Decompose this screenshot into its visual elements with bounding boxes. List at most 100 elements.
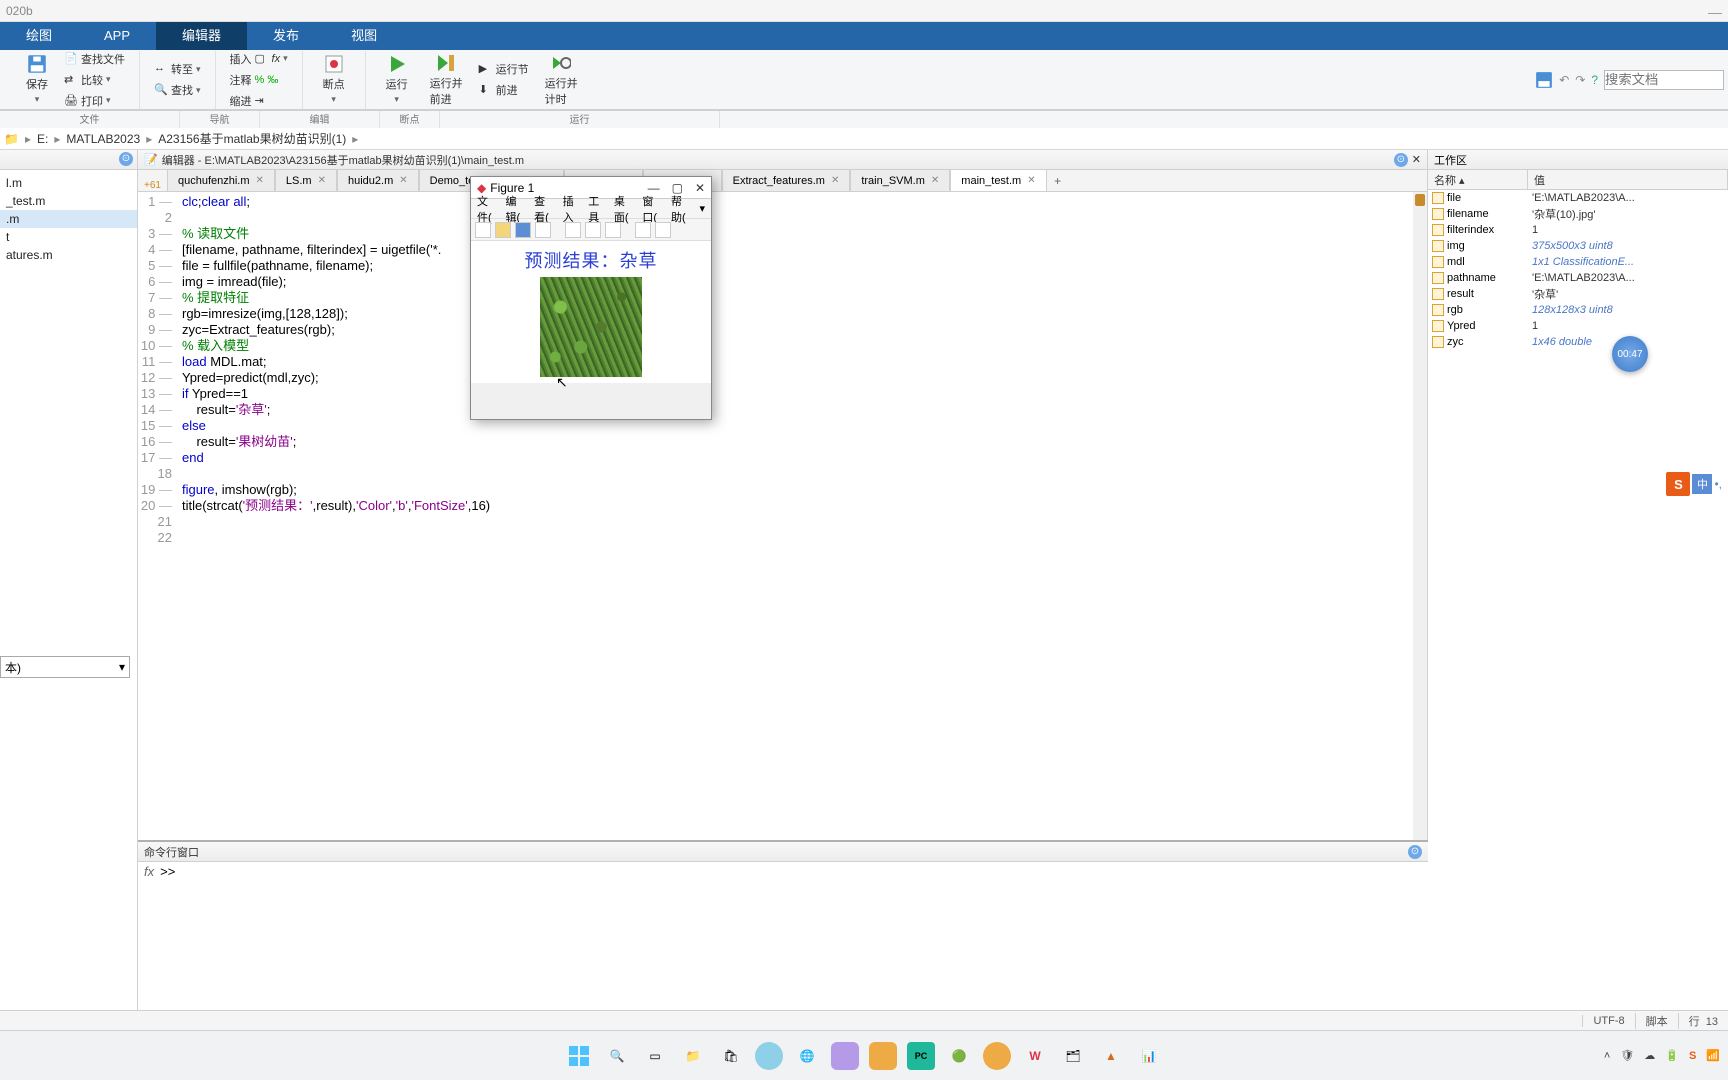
menu-insert[interactable]: 插入 — [559, 193, 585, 225]
workspace-header[interactable]: 工作区 — [1428, 150, 1728, 170]
close-icon[interactable]: ✕ — [1027, 175, 1035, 186]
folder-pane-header[interactable]: ⊙ — [0, 150, 137, 170]
close-icon[interactable]: ✕ — [318, 175, 326, 186]
quick-save-icon[interactable] — [1535, 71, 1553, 89]
tab-editor[interactable]: 编辑器 — [156, 22, 247, 50]
menu-desktop[interactable]: 桌面( — [610, 193, 639, 225]
file-tab[interactable]: train_SVM.m✕ — [850, 170, 950, 191]
advance-button[interactable]: ⬇前进 — [475, 80, 533, 100]
run-button[interactable]: 运行▾ — [376, 52, 418, 107]
run-section-button[interactable]: ▶运行节 — [475, 59, 533, 79]
details-dropdown[interactable]: 本) ▾ — [0, 656, 130, 678]
figure-window[interactable]: ◆ Figure 1 — ▢ ✕ 文件( 编辑( 查看( 插入 工具 桌面( 窗… — [470, 176, 712, 420]
ime-indicator[interactable]: S 中 •, — [1666, 472, 1722, 496]
close-icon[interactable]: ✕ — [931, 175, 939, 186]
tab-app[interactable]: APP — [78, 22, 156, 50]
pycharm-icon[interactable]: PC — [907, 1042, 935, 1070]
command-window-body[interactable]: fx >> — [138, 862, 1428, 1030]
file-tab[interactable]: huidu2.m✕ — [337, 170, 419, 191]
find-files-button[interactable]: 📄查找文件 — [60, 49, 129, 69]
list-item[interactable]: l.m — [0, 174, 137, 192]
workspace-row[interactable]: result'杂草' — [1428, 286, 1728, 302]
colorbar-icon[interactable] — [605, 222, 621, 238]
code-content[interactable]: clc;clear all; % 读取文件[filename, pathname… — [178, 192, 494, 840]
menu-edit[interactable]: 编辑( — [502, 193, 531, 225]
workspace-row[interactable]: filename'杂草(10).jpg' — [1428, 206, 1728, 222]
task-view-button[interactable]: ▭ — [641, 1042, 669, 1070]
command-window-header[interactable]: 命令行窗口⊙ — [138, 842, 1428, 862]
app-icon[interactable] — [755, 1042, 783, 1070]
code-editor[interactable]: 1 —23 —4 —5 —6 —7 —8 —9 —10 —11 —12 —13 … — [138, 192, 1427, 840]
file-tab[interactable]: LS.m✕ — [275, 170, 337, 191]
menu-more-icon[interactable]: ▾ — [696, 202, 710, 215]
add-tab-button[interactable]: + — [1047, 171, 1069, 191]
collapse-icon[interactable]: ⊙ — [1408, 845, 1422, 859]
app-icon[interactable] — [983, 1042, 1011, 1070]
file-tab[interactable]: Extract_features.m✕ — [722, 170, 851, 191]
legend-icon[interactable] — [655, 222, 671, 238]
col-value[interactable]: 值 — [1528, 170, 1728, 189]
tab-view[interactable]: 视图 — [325, 22, 403, 50]
breakpoint-button[interactable]: 断点▾ — [313, 52, 355, 107]
indent-button[interactable]: 缩进 ⇥ — [226, 91, 292, 111]
editor-dropdown-icon[interactable]: ⊙ — [1394, 153, 1408, 167]
file-tab-active[interactable]: main_test.m✕ — [950, 170, 1046, 191]
file-tab[interactable]: quchufenzhi.m✕ — [167, 170, 275, 191]
list-item[interactable]: .m — [0, 210, 137, 228]
workspace-row[interactable]: zyc1x46 double — [1428, 334, 1728, 350]
chrome-icon[interactable]: 🟢 — [945, 1042, 973, 1070]
collapse-icon[interactable]: ⊙ — [119, 152, 133, 166]
pointer-icon[interactable] — [635, 222, 651, 238]
tray-icon[interactable]: 🔋 — [1665, 1049, 1679, 1062]
col-name[interactable]: 名称 ▴ — [1428, 170, 1528, 189]
open-icon[interactable] — [495, 222, 511, 238]
edge-icon[interactable]: 🌐 — [793, 1042, 821, 1070]
tray-icon[interactable]: ☁ — [1644, 1049, 1655, 1062]
start-button[interactable] — [565, 1042, 593, 1070]
tray-icon[interactable]: 📶 — [1706, 1049, 1720, 1062]
address-bar[interactable]: 📁 ▸ E: ▸ MATLAB2023 ▸ A23156基于matlab果树幼苗… — [0, 128, 1728, 150]
menu-help[interactable]: 帮助( — [667, 193, 696, 225]
app-icon[interactable] — [831, 1042, 859, 1070]
menu-view[interactable]: 查看( — [530, 193, 559, 225]
app-icon[interactable]: 📊 — [1135, 1042, 1163, 1070]
app-icon[interactable]: 🗂 — [1059, 1042, 1087, 1070]
tray-shield-icon[interactable]: 🛡 — [1620, 1049, 1634, 1062]
new-figure-icon[interactable] — [475, 222, 491, 238]
list-item[interactable]: t — [0, 228, 137, 246]
tray-sogou-icon[interactable]: S — [1689, 1050, 1696, 1062]
print-button[interactable]: 🖨打印▾ — [60, 91, 129, 111]
save-icon[interactable] — [515, 222, 531, 238]
link-icon[interactable] — [585, 222, 601, 238]
run-time-button[interactable]: 运行并 计时 — [535, 51, 588, 109]
list-item[interactable]: atures.m — [0, 246, 137, 264]
explorer-icon[interactable]: 📁 — [679, 1042, 707, 1070]
window-minimize[interactable]: — — [1708, 4, 1722, 20]
workspace-row[interactable]: file'E:\MATLAB2023\A... — [1428, 190, 1728, 206]
search-input[interactable] — [1604, 70, 1724, 90]
close-button[interactable]: ✕ — [695, 181, 705, 195]
redo-icon[interactable]: ↷ — [1575, 73, 1585, 87]
print-icon[interactable] — [535, 222, 551, 238]
crumb-drive[interactable]: E: — [37, 132, 48, 146]
workspace-row[interactable]: Ypred1 — [1428, 318, 1728, 334]
menu-tools[interactable]: 工具 — [584, 193, 610, 225]
save-button[interactable]: 保存▾ — [16, 52, 58, 107]
close-icon[interactable]: ✕ — [256, 175, 264, 186]
tab-plot[interactable]: 绘图 — [0, 22, 78, 50]
help-icon[interactable]: ? — [1591, 73, 1598, 87]
tab-publish[interactable]: 发布 — [247, 22, 325, 50]
compare-button[interactable]: ⇄比较▾ — [60, 70, 129, 90]
workspace-row[interactable]: img375x500x3 uint8 — [1428, 238, 1728, 254]
wps-icon[interactable]: W — [1021, 1042, 1049, 1070]
goto-button[interactable]: ↔转至▾ — [150, 59, 205, 79]
crumb-folder2[interactable]: A23156基于matlab果树幼苗识别(1) — [158, 130, 346, 147]
insert-button[interactable]: 插入 ▢ fx ▾ — [226, 49, 292, 69]
system-tray[interactable]: ˄ 🛡 ☁ 🔋 S 📶 — [1604, 1049, 1720, 1062]
screen-recorder-timer[interactable]: 00:47 — [1612, 336, 1648, 372]
close-icon[interactable]: ✕ — [399, 175, 407, 186]
app-icon[interactable] — [869, 1042, 897, 1070]
matlab-icon[interactable]: ▲ — [1097, 1042, 1125, 1070]
workspace-row[interactable]: rgb128x128x3 uint8 — [1428, 302, 1728, 318]
comment-button[interactable]: 注释 % ‰ — [226, 70, 292, 90]
